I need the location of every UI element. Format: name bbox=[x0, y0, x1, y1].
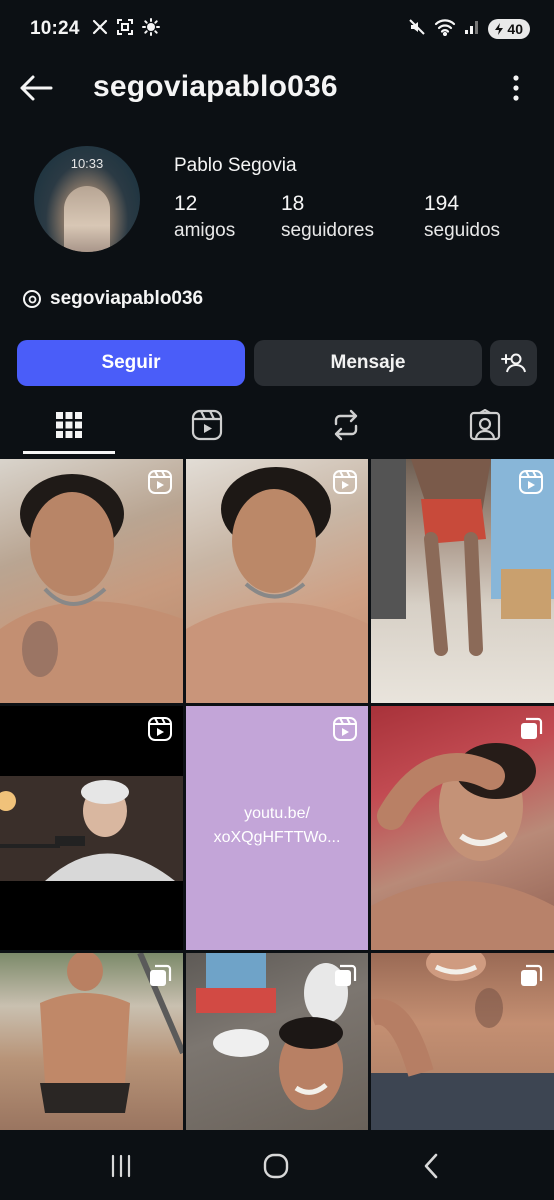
carousel-icon bbox=[150, 964, 172, 986]
wifi-icon bbox=[434, 18, 456, 41]
brightness-icon bbox=[141, 17, 160, 41]
post-tile[interactable]: youtu.be/ xoXQgHFTTWo... bbox=[186, 706, 368, 950]
post-tile[interactable] bbox=[371, 706, 554, 950]
threads-link[interactable]: segoviapablo036 bbox=[22, 284, 203, 314]
stat-count: 18 bbox=[281, 192, 305, 215]
status-time: 10:24 bbox=[30, 18, 80, 39]
reel-icon bbox=[148, 470, 172, 494]
system-navigation-bar bbox=[0, 1130, 554, 1200]
chevron-left-icon bbox=[424, 1153, 438, 1179]
status-bar: 10:24 40 bbox=[0, 0, 554, 58]
post-tile[interactable] bbox=[0, 459, 183, 703]
carousel-icon bbox=[335, 964, 357, 986]
stat-following[interactable]: 194 seguidos bbox=[424, 191, 500, 245]
stat-label: amigos bbox=[174, 220, 236, 241]
post-tile[interactable] bbox=[186, 459, 368, 703]
recents-icon bbox=[111, 1154, 131, 1178]
stat-label: seguidores bbox=[281, 220, 374, 241]
screenshot-icon bbox=[116, 18, 134, 41]
stat-count: 12 bbox=[174, 192, 198, 215]
post-image bbox=[371, 743, 554, 950]
page-title: segoviapablo036 bbox=[93, 70, 338, 103]
post-tile[interactable] bbox=[186, 953, 368, 1130]
add-person-icon bbox=[500, 353, 526, 373]
suggest-accounts-button[interactable] bbox=[490, 340, 537, 386]
tab-reels[interactable] bbox=[161, 396, 253, 454]
avatar[interactable]: 10:33 bbox=[34, 146, 140, 252]
more-options-button[interactable] bbox=[506, 70, 526, 106]
carousel-icon bbox=[521, 717, 543, 739]
tagged-icon bbox=[469, 409, 501, 441]
battery-level: 40 bbox=[507, 21, 523, 37]
post-image bbox=[0, 776, 183, 881]
tab-reposts[interactable] bbox=[300, 396, 392, 454]
link-line-2: xoXQgHFTTWo... bbox=[213, 829, 341, 846]
battery-indicator: 40 bbox=[488, 19, 530, 39]
more-vertical-icon bbox=[513, 75, 519, 101]
stat-friends[interactable]: 12 amigos bbox=[174, 191, 235, 245]
signal-icon bbox=[464, 19, 480, 40]
tab-tagged[interactable] bbox=[439, 396, 531, 454]
grid-icon bbox=[56, 412, 82, 438]
post-tile[interactable] bbox=[371, 953, 554, 1130]
mute-icon bbox=[408, 18, 426, 41]
stat-label: seguidos bbox=[424, 220, 501, 241]
home-button[interactable] bbox=[246, 1148, 306, 1184]
carousel-icon bbox=[521, 964, 543, 986]
repost-icon bbox=[334, 409, 358, 441]
post-tile[interactable] bbox=[0, 706, 183, 950]
link-line-1: youtu.be/ bbox=[244, 805, 310, 822]
follow-button[interactable]: Seguir bbox=[17, 340, 245, 386]
link-preview-text: youtu.be/ xoXQgHFTTWo... bbox=[186, 802, 368, 850]
reel-icon bbox=[333, 470, 357, 494]
post-image bbox=[186, 467, 368, 703]
profile-tabs bbox=[0, 396, 554, 454]
post-image bbox=[371, 459, 554, 656]
back-button[interactable] bbox=[16, 68, 56, 108]
arrow-left-icon bbox=[20, 75, 53, 101]
threads-handle: segoviapablo036 bbox=[50, 288, 204, 309]
reel-icon bbox=[148, 717, 172, 741]
x-icon bbox=[92, 19, 108, 40]
reels-icon bbox=[191, 409, 223, 441]
reel-icon bbox=[333, 717, 357, 741]
post-tile[interactable] bbox=[0, 953, 183, 1130]
stat-count: 194 bbox=[424, 192, 460, 215]
active-tab-indicator bbox=[23, 451, 115, 454]
post-image bbox=[0, 474, 183, 703]
profile-top-bar: segoviapablo036 bbox=[0, 58, 554, 118]
recent-apps-button[interactable] bbox=[91, 1148, 151, 1184]
post-tile[interactable] bbox=[371, 459, 554, 703]
reel-icon bbox=[519, 470, 543, 494]
display-name: Pablo Segovia bbox=[174, 155, 297, 176]
avatar-figure bbox=[64, 186, 110, 252]
message-button[interactable]: Mensaje bbox=[254, 340, 482, 386]
stat-followers[interactable]: 18 seguidores bbox=[281, 191, 374, 245]
tab-grid[interactable] bbox=[23, 396, 115, 454]
system-back-button[interactable] bbox=[401, 1148, 461, 1184]
avatar-time: 10:33 bbox=[70, 156, 104, 171]
home-icon bbox=[263, 1153, 289, 1179]
threads-icon bbox=[23, 290, 41, 308]
